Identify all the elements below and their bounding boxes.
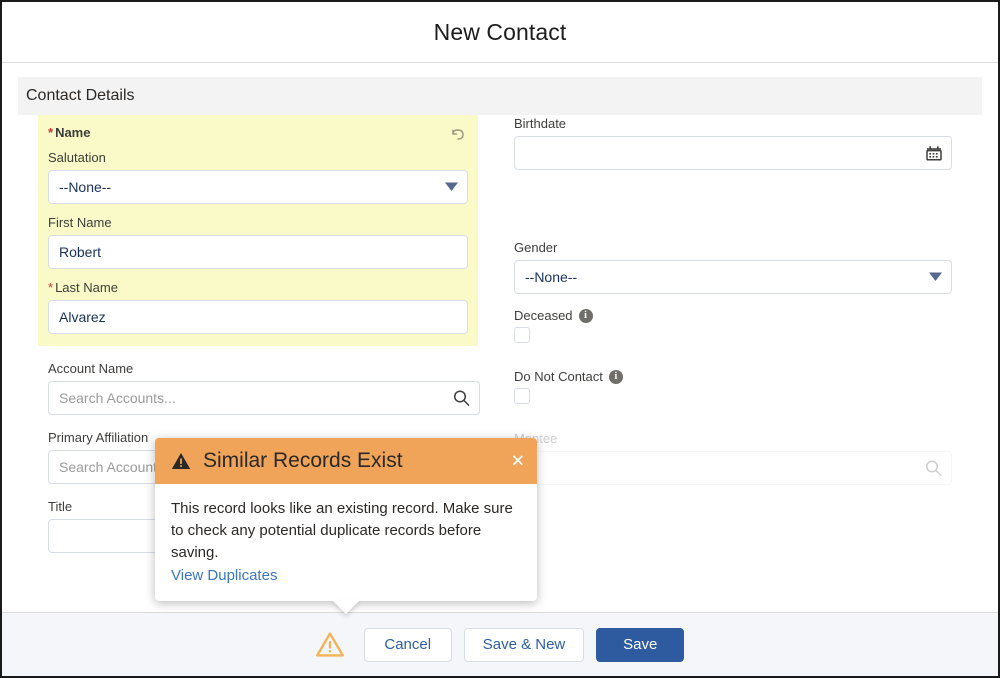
- chevron-down-icon: [445, 182, 458, 192]
- search-icon[interactable]: [925, 460, 942, 477]
- last-name-value: Alvarez: [59, 309, 106, 325]
- salutation-select[interactable]: --None--: [48, 170, 468, 204]
- calendar-icon[interactable]: [926, 145, 942, 161]
- undo-arrow-icon[interactable]: [448, 125, 468, 145]
- do-not-contact-checkbox[interactable]: [514, 388, 530, 404]
- birthdate-label: Birthdate: [514, 116, 567, 131]
- popover-title: Similar Records Exist: [203, 449, 403, 472]
- popover-body: This record looks like an existing recor…: [155, 484, 537, 601]
- save-and-new-button[interactable]: Save & New: [463, 627, 585, 662]
- name-group-header: * Name: [48, 125, 468, 145]
- popover-nub: [332, 600, 360, 614]
- mentee-input[interactable]: [514, 451, 952, 485]
- modal-footer: Cancel Save & New Save: [2, 612, 998, 676]
- cancel-button[interactable]: Cancel: [363, 627, 452, 662]
- field-account-name: Account Name Search Accounts...: [48, 360, 480, 415]
- birthdate-input[interactable]: [514, 136, 952, 170]
- section-header-contact-details: Contact Details: [18, 77, 982, 115]
- field-gender: Gender --None--: [514, 239, 952, 294]
- save-button[interactable]: Save: [596, 627, 685, 662]
- deceased-label: Deceased: [514, 308, 573, 323]
- account-name-label: Account Name: [48, 361, 134, 376]
- info-icon[interactable]: i: [578, 308, 593, 323]
- similar-records-popover: Similar Records Exist ✕ This record look…: [155, 438, 537, 614]
- new-contact-modal: New Contact Contact Details * Name Salut…: [0, 0, 1000, 678]
- do-not-contact-label: Do Not Contact: [514, 369, 603, 384]
- warning-triangle-icon: [171, 452, 191, 470]
- name-compound-group: * Name Salutation --None-- First Name Ro…: [38, 115, 478, 346]
- popover-message: This record looks like an existing recor…: [171, 500, 513, 561]
- do-not-contact-label-row: Do Not Contact i: [514, 369, 952, 384]
- section-title: Contact Details: [26, 87, 135, 104]
- salutation-label: Salutation: [48, 150, 106, 165]
- gender-select[interactable]: --None--: [514, 260, 952, 294]
- field-deceased: Deceased i: [514, 308, 952, 343]
- first-name-label: First Name: [48, 215, 112, 230]
- salutation-value: --None--: [59, 179, 112, 195]
- search-icon[interactable]: [453, 390, 470, 407]
- account-name-placeholder: Search Accounts...: [59, 390, 176, 406]
- deceased-label-row: Deceased i: [514, 308, 952, 323]
- modal-header: New Contact: [2, 2, 998, 63]
- account-name-input[interactable]: Search Accounts...: [48, 381, 480, 415]
- last-name-label: * Last Name: [48, 280, 118, 295]
- first-name-value: Robert: [59, 244, 102, 260]
- deceased-checkbox[interactable]: [514, 327, 530, 343]
- field-last-name: * Last Name Alvarez: [48, 279, 468, 334]
- column-spacer: [514, 184, 952, 239]
- field-mentee: Mentee: [514, 430, 952, 485]
- mentee-label: Mentee: [514, 430, 952, 447]
- field-birthdate: Birthdate: [514, 115, 952, 170]
- field-first-name: First Name Robert: [48, 214, 468, 269]
- close-icon[interactable]: ✕: [511, 453, 525, 470]
- last-name-input[interactable]: Alvarez: [48, 300, 468, 334]
- field-do-not-contact: Do Not Contact i: [514, 369, 952, 404]
- name-group-label: * Name: [48, 125, 91, 140]
- page-title: New Contact: [433, 18, 567, 45]
- required-indicator: *: [48, 125, 54, 140]
- warning-triangle-icon[interactable]: [315, 631, 344, 659]
- gender-value: --None--: [525, 269, 578, 285]
- popover-header: Similar Records Exist ✕: [155, 438, 537, 484]
- field-salutation: Salutation --None--: [48, 149, 468, 204]
- chevron-down-icon: [929, 272, 942, 282]
- gender-label: Gender: [514, 240, 558, 255]
- required-indicator: *: [48, 280, 54, 295]
- form-column-right: Birthdate Gender --None-- Deceased i Do …: [500, 115, 982, 567]
- first-name-input[interactable]: Robert: [48, 235, 468, 269]
- view-duplicates-link[interactable]: View Duplicates: [171, 567, 277, 584]
- info-icon[interactable]: i: [608, 369, 623, 384]
